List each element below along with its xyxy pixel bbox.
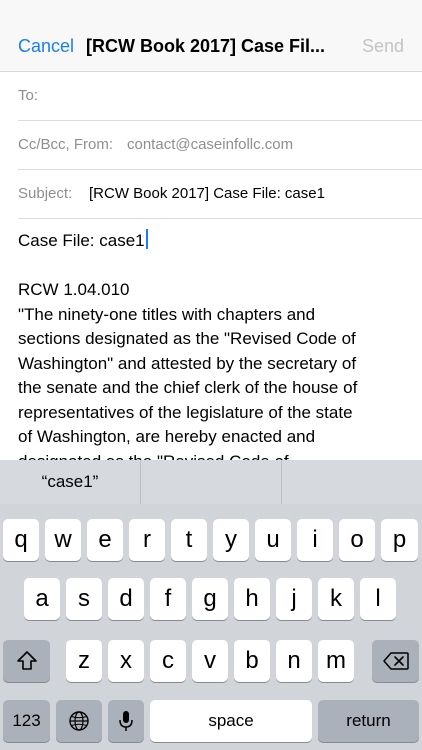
key-p[interactable]: p [381,519,418,561]
key-c[interactable]: c [150,640,186,682]
key-q[interactable]: q [3,519,39,561]
key-x[interactable]: x [108,640,144,682]
body-line: sections designated as the "Revised Code… [18,329,356,348]
key-m[interactable]: m [318,640,354,682]
key-t[interactable]: t [171,519,207,561]
key-u[interactable]: u [255,519,291,561]
suggestion-2[interactable] [141,460,282,504]
globe-icon [68,710,90,732]
keyboard: “case1” q w e r t y u i o p a s d f g h … [0,460,422,750]
globe-key[interactable] [56,700,102,742]
cc-bcc-from-label: Cc/Bcc, From: [18,136,114,153]
compose-navbar: Cancel [RCW Book 2017] Case Fil... Send [0,0,422,72]
key-j[interactable]: j [276,578,312,620]
predictive-bar: “case1” [0,460,422,504]
key-n[interactable]: n [276,640,312,682]
shift-icon [16,650,38,672]
to-field[interactable]: To: [18,72,422,121]
return-key[interactable]: return [318,700,419,742]
body-line: designated as the "Revised Code of [18,450,412,461]
body-line: "The ninety-one titles with chapters and [18,304,316,324]
message-body[interactable]: Case File: case1 RCW 1.04.010 "The ninet… [18,229,412,460]
from-address[interactable]: contact@caseinfollc.com [127,136,293,153]
key-v[interactable]: v [192,640,228,682]
key-f[interactable]: f [150,578,186,620]
body-line: Washington" and attested by the secretar… [18,353,357,373]
key-l[interactable]: l [360,578,396,620]
key-w[interactable]: w [45,519,81,561]
body-first-line: Case File: case1 [18,229,412,254]
cc-bcc-from-field[interactable]: Cc/Bcc, From: contact@caseinfollc.com [18,121,422,170]
key-h[interactable]: h [234,578,270,620]
text-cursor [145,229,148,249]
key-r[interactable]: r [129,519,165,561]
key-o[interactable]: o [339,519,375,561]
key-k[interactable]: k [318,578,354,620]
key-g[interactable]: g [192,578,228,620]
key-d[interactable]: d [108,578,144,620]
send-button[interactable]: Send [362,36,404,57]
backspace-icon [382,652,409,670]
numbers-key[interactable]: 123 [3,700,50,742]
key-z[interactable]: z [66,640,102,682]
microphone-icon [118,709,134,733]
body-line: the senate and the chief clerk of the ho… [18,378,358,397]
space-key[interactable]: space [150,700,312,742]
dictation-key[interactable] [108,700,144,742]
subject-input[interactable]: [RCW Book 2017] Case File: case1 [89,185,325,202]
suggestion-3[interactable] [282,460,422,504]
shift-key[interactable] [3,640,50,682]
delete-key[interactable] [372,640,419,682]
compose-title: [RCW Book 2017] Case Fil... [86,36,326,56]
body-first-line-text: Case File: case1 [18,231,145,250]
key-e[interactable]: e [87,519,123,561]
body-line: representatives of the legislature of th… [18,402,353,422]
suggestion-1[interactable]: “case1” [0,460,141,504]
key-i[interactable]: i [297,519,333,561]
key-a[interactable]: a [24,578,60,620]
to-label: To: [18,87,39,104]
body-line: RCW 1.04.010 [18,280,130,299]
subject-field[interactable]: Subject: [RCW Book 2017] Case File: case… [18,170,422,219]
key-y[interactable]: y [213,519,249,561]
body-line: of Washington, are hereby enacted and [18,427,316,446]
subject-label: Subject: [18,185,73,202]
cancel-button[interactable]: Cancel [18,36,74,57]
key-s[interactable]: s [66,578,102,620]
key-b[interactable]: b [234,640,270,682]
